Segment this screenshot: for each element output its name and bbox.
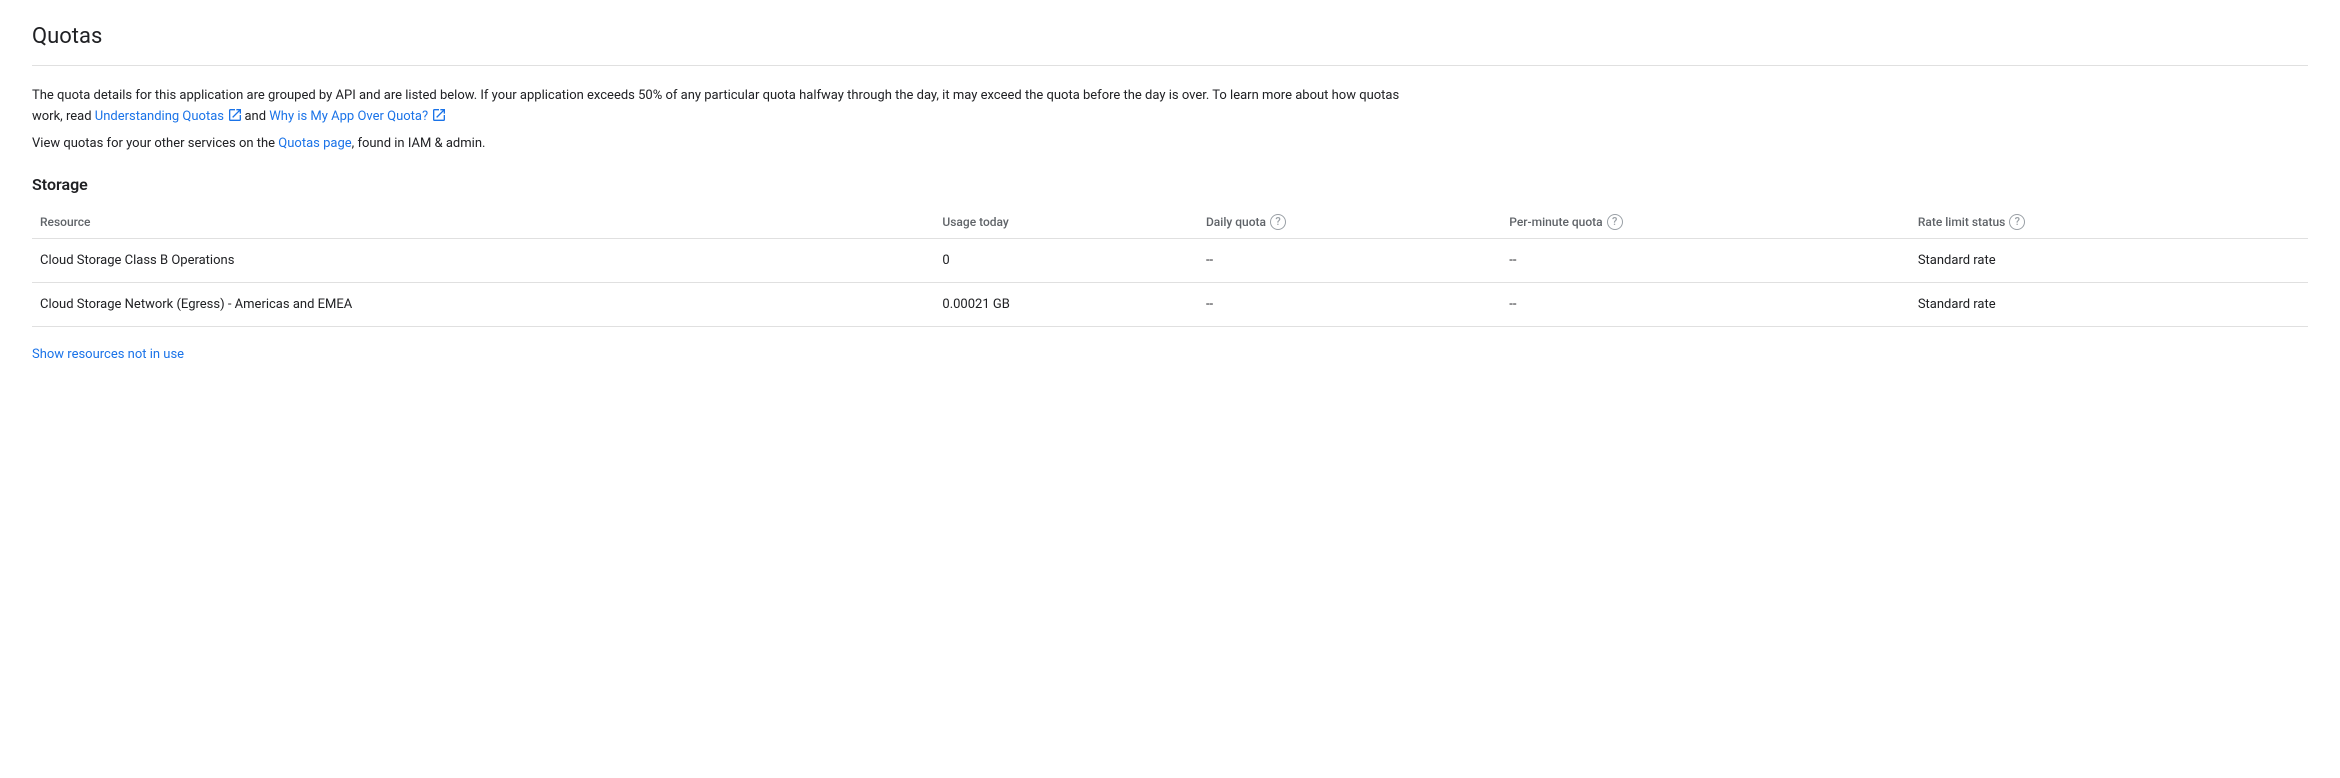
col-usage-today: Usage today: [942, 206, 1206, 239]
quota-page-prefix: View quotas for your other services on t…: [32, 136, 278, 151]
per-minute-quota-help-icon[interactable]: ?: [1607, 214, 1623, 230]
storage-section-title: Storage: [32, 175, 2308, 194]
col-per-minute-quota: Per-minute quota ?: [1509, 206, 1918, 239]
row2-per-minute-quota: --: [1509, 282, 1918, 326]
col-resource: Resource: [32, 206, 942, 239]
page-title: Quotas: [32, 24, 2308, 49]
rate-limit-status-help-icon[interactable]: ?: [2009, 214, 2025, 230]
header-divider: [32, 65, 2308, 66]
row1-daily-quota: --: [1206, 238, 1509, 282]
show-resources-section: Show resources not in use: [32, 347, 2308, 362]
understanding-quotas-link[interactable]: Understanding Quotas: [95, 109, 245, 124]
description-line1: The quota details for this application a…: [32, 86, 1432, 128]
table-body: Cloud Storage Class B Operations 0 -- --…: [32, 238, 2308, 326]
row1-usage-today: 0: [942, 238, 1206, 282]
col-rate-limit-status: Rate limit status ?: [1918, 206, 2308, 239]
row1-resource: Cloud Storage Class B Operations: [32, 238, 942, 282]
show-resources-link[interactable]: Show resources not in use: [32, 347, 184, 362]
table-row: Cloud Storage Class B Operations 0 -- --…: [32, 238, 2308, 282]
between-links-text: and: [244, 109, 269, 124]
row2-resource: Cloud Storage Network (Egress) - America…: [32, 282, 942, 326]
quotas-page-link[interactable]: Quotas page: [278, 136, 351, 151]
row1-rate-limit-status: Standard rate: [1918, 238, 2308, 282]
quota-page-suffix: , found in IAM & admin.: [352, 136, 486, 151]
row2-usage-today: 0.00021 GB: [942, 282, 1206, 326]
row2-daily-quota: --: [1206, 282, 1509, 326]
col-daily-quota: Daily quota ?: [1206, 206, 1509, 239]
quota-table: Resource Usage today Daily quota ? Per-m…: [32, 206, 2308, 327]
external-link-icon-1: [229, 109, 241, 121]
row1-per-minute-quota: --: [1509, 238, 1918, 282]
table-header-row: Resource Usage today Daily quota ? Per-m…: [32, 206, 2308, 239]
daily-quota-help-icon[interactable]: ?: [1270, 214, 1286, 230]
quota-page-line: View quotas for your other services on t…: [32, 136, 2308, 151]
external-link-icon-2: [433, 109, 445, 121]
row2-rate-limit-status: Standard rate: [1918, 282, 2308, 326]
table-row: Cloud Storage Network (Egress) - America…: [32, 282, 2308, 326]
table-header: Resource Usage today Daily quota ? Per-m…: [32, 206, 2308, 239]
why-over-quota-link[interactable]: Why is My App Over Quota?: [269, 109, 445, 124]
